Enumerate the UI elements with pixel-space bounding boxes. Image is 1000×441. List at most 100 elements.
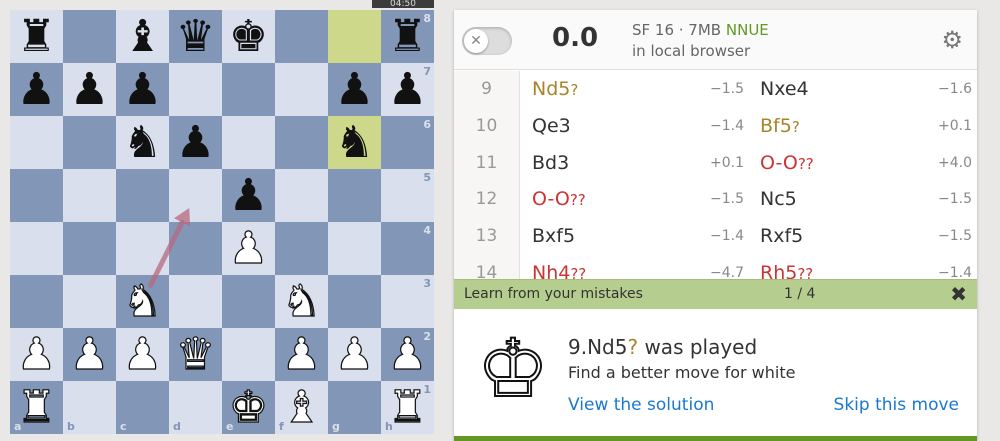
white-pawn-icon[interactable]: ♟ [10, 328, 63, 381]
black-bishop-icon[interactable]: ♝ [116, 10, 169, 63]
square-f4[interactable] [275, 222, 328, 275]
square-e7[interactable] [222, 63, 275, 116]
square-c8[interactable]: ♝ [116, 10, 169, 63]
square-b6[interactable] [63, 116, 116, 169]
square-g4[interactable] [328, 222, 381, 275]
square-g5[interactable] [328, 169, 381, 222]
white-move[interactable]: Qe3 −1.4 [532, 108, 760, 145]
square-a4[interactable] [10, 222, 63, 275]
close-icon[interactable]: ✖ [950, 282, 967, 306]
white-knight-icon[interactable]: ♞ [116, 275, 169, 328]
black-rook-icon[interactable]: ♜ [10, 10, 63, 63]
square-f6[interactable] [275, 116, 328, 169]
square-c7[interactable]: ♟ [116, 63, 169, 116]
white-pawn-icon[interactable]: ♟ [63, 328, 116, 381]
white-pawn-icon[interactable]: ♟ [222, 222, 275, 275]
square-b2[interactable]: ♟ [63, 328, 116, 381]
square-b7[interactable]: ♟ [63, 63, 116, 116]
white-pawn-icon[interactable]: ♟ [116, 328, 169, 381]
black-move[interactable]: O-O?? +4.0 [760, 145, 977, 182]
square-b5[interactable] [63, 169, 116, 222]
square-f5[interactable] [275, 169, 328, 222]
square-g1[interactable]: g [328, 381, 381, 434]
square-g7[interactable]: ♟ [328, 63, 381, 116]
square-a6[interactable] [10, 116, 63, 169]
white-pawn-icon[interactable]: ♟ [275, 328, 328, 381]
square-g3[interactable] [328, 275, 381, 328]
square-c1[interactable]: c [116, 381, 169, 434]
square-b8[interactable] [63, 10, 116, 63]
square-b4[interactable] [63, 222, 116, 275]
black-pawn-icon[interactable]: ♟ [63, 63, 116, 116]
black-pawn-icon[interactable]: ♟ [10, 63, 63, 116]
white-move[interactable]: Nh4?? −4.7 [532, 255, 760, 279]
square-g8[interactable] [328, 10, 381, 63]
black-queen-icon[interactable]: ♛ [169, 10, 222, 63]
square-f1[interactable]: ♝ f [275, 381, 328, 434]
square-f7[interactable] [275, 63, 328, 116]
square-e2[interactable] [222, 328, 275, 381]
square-a5[interactable] [10, 169, 63, 222]
square-h7[interactable]: ♟ 7 [381, 63, 434, 116]
chessboard[interactable]: ♜ ♝ ♛ ♚ ♜ 8 ♟ ♟ ♟ ♟ ♟ 7 ♞ ♟ ♞ 6 ♟ 5 ♟ 4 ♞ ♞ 3 ♟ ♟ ♟ ♛ ♟ ♟ ♟ 2 ♜ a b c d ♚ e ♝ f… [10, 10, 434, 441]
square-b3[interactable] [63, 275, 116, 328]
black-pawn-icon[interactable]: ♟ [222, 169, 275, 222]
engine-toggle[interactable]: ✕ [462, 27, 512, 55]
black-move[interactable]: Rxf5 −1.5 [760, 218, 977, 255]
square-g2[interactable]: ♟ [328, 328, 381, 381]
square-e8[interactable]: ♚ [222, 10, 275, 63]
square-b1[interactable]: b [63, 381, 116, 434]
board-grid[interactable]: ♜ ♝ ♛ ♚ ♜ 8 ♟ ♟ ♟ ♟ ♟ 7 ♞ ♟ ♞ 6 ♟ 5 ♟ 4 ♞ ♞ 3 ♟ ♟ ♟ ♛ ♟ ♟ ♟ 2 ♜ a b c d ♚ e ♝ f… [10, 10, 434, 434]
square-h2[interactable]: ♟ 2 [381, 328, 434, 381]
square-g6[interactable]: ♞ [328, 116, 381, 169]
square-e1[interactable]: ♚ e [222, 381, 275, 434]
white-pawn-icon[interactable]: ♟ [328, 328, 381, 381]
white-knight-icon[interactable]: ♞ [275, 275, 328, 328]
square-e4[interactable]: ♟ [222, 222, 275, 275]
square-d2[interactable]: ♛ [169, 328, 222, 381]
square-d1[interactable]: d [169, 381, 222, 434]
square-f2[interactable]: ♟ [275, 328, 328, 381]
square-a7[interactable]: ♟ [10, 63, 63, 116]
square-h6[interactable]: 6 [381, 116, 434, 169]
skip-move-link[interactable]: Skip this move [834, 395, 959, 415]
square-d6[interactable]: ♟ [169, 116, 222, 169]
square-c4[interactable] [116, 222, 169, 275]
square-h1[interactable]: ♜ 1 h [381, 381, 434, 434]
white-queen-icon[interactable]: ♛ [169, 328, 222, 381]
square-a1[interactable]: ♜ a [10, 381, 63, 434]
square-c3[interactable]: ♞ [116, 275, 169, 328]
black-king-icon[interactable]: ♚ [222, 10, 275, 63]
square-a3[interactable] [10, 275, 63, 328]
square-d3[interactable] [169, 275, 222, 328]
square-f3[interactable]: ♞ [275, 275, 328, 328]
black-move[interactable]: Nc5 −1.5 [760, 181, 977, 218]
black-knight-icon[interactable]: ♞ [328, 116, 381, 169]
black-pawn-icon[interactable]: ♟ [169, 116, 222, 169]
white-move[interactable]: O-O?? −1.5 [532, 181, 760, 218]
square-a2[interactable]: ♟ [10, 328, 63, 381]
white-move[interactable]: Bxf5 −1.4 [532, 218, 760, 255]
square-h8[interactable]: ♜ 8 [381, 10, 434, 63]
square-h3[interactable]: 3 [381, 275, 434, 328]
square-c5[interactable] [116, 169, 169, 222]
gear-icon[interactable]: ⚙ [941, 28, 963, 52]
square-d4[interactable] [169, 222, 222, 275]
square-d8[interactable]: ♛ [169, 10, 222, 63]
square-e6[interactable] [222, 116, 275, 169]
square-c2[interactable]: ♟ [116, 328, 169, 381]
square-h5[interactable]: 5 [381, 169, 434, 222]
square-e3[interactable] [222, 275, 275, 328]
view-solution-link[interactable]: View the solution [568, 395, 714, 415]
square-d7[interactable] [169, 63, 222, 116]
black-pawn-icon[interactable]: ♟ [328, 63, 381, 116]
square-d5[interactable] [169, 169, 222, 222]
square-a8[interactable]: ♜ [10, 10, 63, 63]
square-e5[interactable]: ♟ [222, 169, 275, 222]
white-move[interactable]: Nd5? −1.5 [532, 71, 760, 108]
square-c6[interactable]: ♞ [116, 116, 169, 169]
square-h4[interactable]: 4 [381, 222, 434, 275]
black-move[interactable]: Rh5?? −1.4 [760, 255, 977, 279]
black-pawn-icon[interactable]: ♟ [116, 63, 169, 116]
black-move[interactable]: Bf5? +0.1 [760, 108, 977, 145]
